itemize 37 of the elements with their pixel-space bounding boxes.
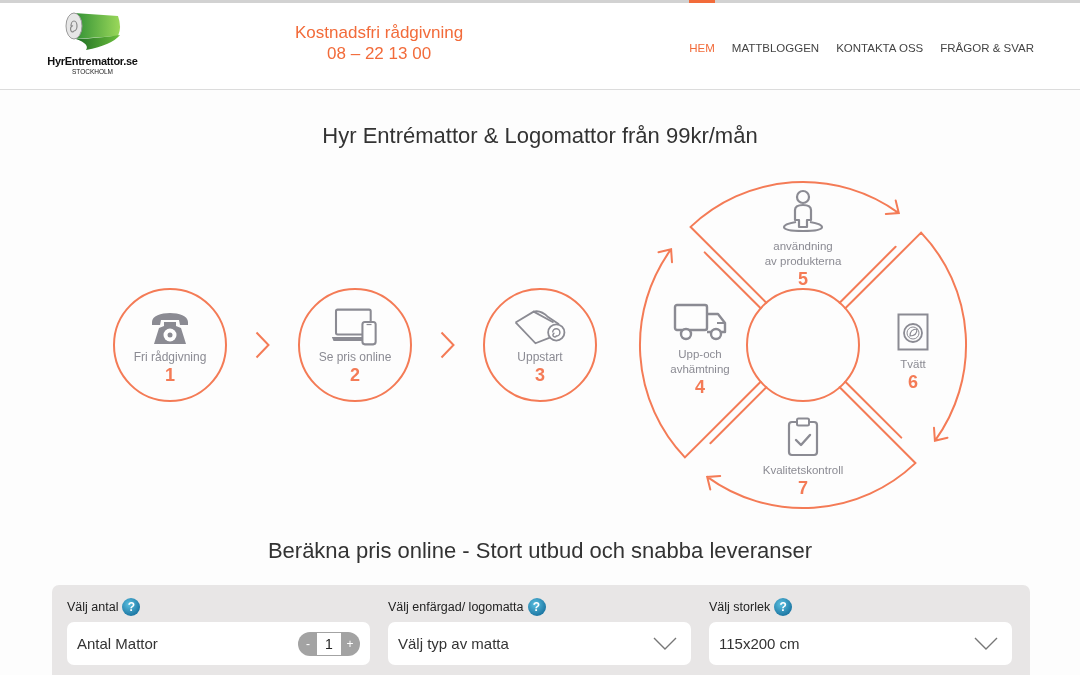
cycle-step-label: användning av produkterna bbox=[764, 239, 842, 269]
step-number: 3 bbox=[535, 365, 545, 386]
chevron-right-icon bbox=[440, 331, 455, 359]
select-field[interactable]: 115x200 cm bbox=[709, 622, 1012, 665]
cycle-step-number: 5 bbox=[798, 269, 808, 290]
quantity-label: Antal Mattor bbox=[77, 635, 158, 652]
cycle-step-label: Upp-och avhämtning bbox=[670, 347, 730, 377]
nav-tab[interactable]: MATTBLOGGEN bbox=[731, 0, 820, 89]
quantity-stepper[interactable]: - 1 + bbox=[298, 631, 360, 656]
field-label: Välj enfärgad/ logomatta bbox=[388, 600, 524, 614]
chevron-right-icon bbox=[255, 331, 270, 359]
nav-tab[interactable]: FRÅGOR & SVAR bbox=[940, 0, 1034, 89]
cycle-step-number: 4 bbox=[695, 377, 705, 398]
step-number: 1 bbox=[165, 365, 175, 386]
select-field[interactable]: Välj typ av matta bbox=[388, 622, 691, 665]
contact-label: Kostnadsfri rådgivning bbox=[295, 22, 464, 43]
field-label: Välj antal bbox=[67, 600, 119, 614]
logo-text[interactable]: HyrEntremattor.se bbox=[47, 55, 138, 68]
section-heading: Beräkna pris online - Stort utbud och snabba leveranser bbox=[266, 537, 814, 565]
page-headline: Hyr Entrémattor & Logomattor från 99kr/mån bbox=[321, 122, 759, 150]
cycle-step-label: Tvätt bbox=[900, 357, 926, 372]
washing-machine-icon bbox=[897, 313, 929, 351]
truck-icon bbox=[673, 303, 727, 341]
cycle-step-number: 7 bbox=[798, 478, 808, 499]
person-icon bbox=[782, 189, 824, 233]
chevron-down-icon bbox=[974, 637, 998, 650]
field-label: Välj storlek bbox=[709, 600, 771, 614]
chevron-down-icon bbox=[653, 637, 677, 650]
cycle-step-number: 6 bbox=[908, 372, 918, 393]
step-number: 2 bbox=[350, 365, 360, 386]
step-label: Fri rådgivning bbox=[133, 350, 207, 365]
nav-tab[interactable]: KONTAKTA OSS bbox=[836, 0, 924, 89]
step-label: Se pris online bbox=[318, 350, 392, 365]
clipboard-check-icon bbox=[787, 417, 819, 457]
cycle-step-label: Kvalitetskontroll bbox=[762, 463, 844, 478]
step-label: Uppstart bbox=[517, 350, 563, 365]
count-field[interactable]: 1 bbox=[317, 632, 341, 655]
